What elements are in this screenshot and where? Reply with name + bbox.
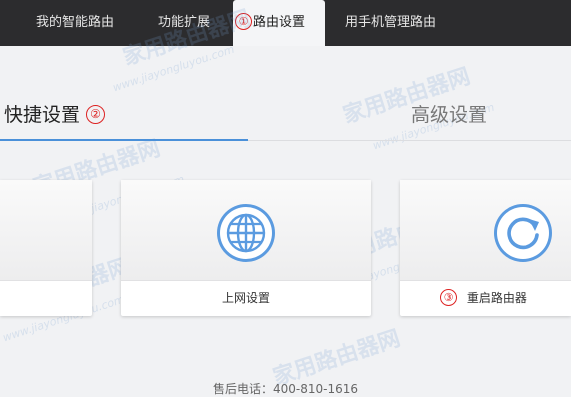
top-nav-bar: 我的智能路由 功能扩展 ① 路由设置 用手机管理路由 xyxy=(0,0,571,46)
subnav-quick-label: 快捷设置 xyxy=(4,104,81,126)
card-internet-settings[interactable]: 上网设置 xyxy=(121,180,371,316)
support-phone: 售后电话：400-810-1616 xyxy=(212,382,358,396)
subnav-active-indicator xyxy=(0,139,248,141)
tab-label: 我的智能路由 xyxy=(36,15,115,30)
subnav-advanced-settings[interactable]: 高级设置 xyxy=(411,100,487,127)
tab-label: 用手机管理路由 xyxy=(345,15,437,30)
annotation-marker-3: ③ xyxy=(440,289,458,306)
card-partial-left[interactable] xyxy=(0,180,92,316)
tab-mobile-manage-router[interactable]: 用手机管理路由 xyxy=(345,0,436,46)
globe-icon xyxy=(215,202,277,264)
subnav-quick-settings[interactable]: 快捷设置 ② xyxy=(4,100,107,127)
card-restart-router[interactable]: ③ 重启路由器 xyxy=(400,180,571,316)
tab-label: 路由设置 xyxy=(253,15,306,30)
card-label: 上网设置 xyxy=(221,291,270,305)
tab-my-smart-router[interactable]: 我的智能路由 xyxy=(36,0,114,46)
card-label: 重启路由器 xyxy=(466,291,527,305)
card-label xyxy=(0,280,92,316)
annotation-marker-2: ② xyxy=(86,105,106,124)
refresh-icon xyxy=(492,202,554,264)
subnav-advanced-label: 高级设置 xyxy=(411,104,488,126)
